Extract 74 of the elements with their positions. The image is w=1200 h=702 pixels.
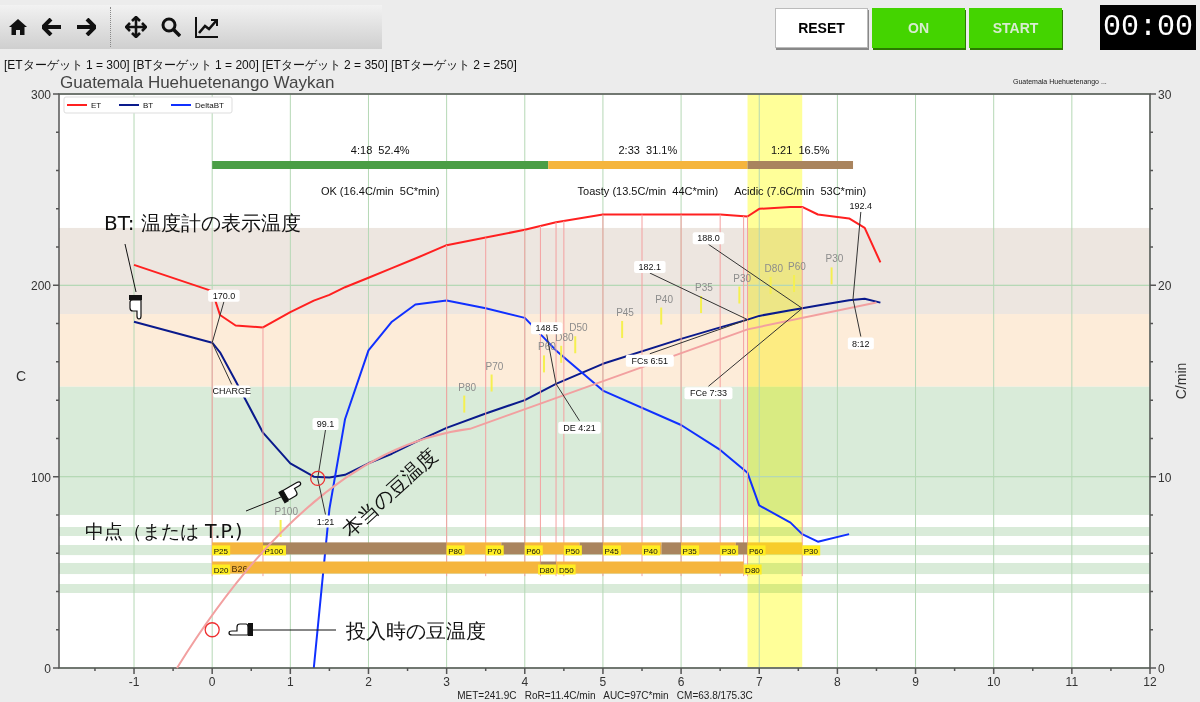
y-tick-label: 0 xyxy=(1158,662,1165,676)
timer-display: 00:00 xyxy=(1100,5,1196,50)
legend-label: DeltaBT xyxy=(195,101,224,110)
event-label: P25 xyxy=(212,545,231,556)
status-readout: MET=241.9C RoR=11.4C/min AUC=97C*min CM=63.8/175.3C xyxy=(457,690,753,701)
y-tick-label: 20 xyxy=(1158,279,1172,294)
y-tick-label: 10 xyxy=(1158,470,1172,485)
reset-button[interactable]: RESET xyxy=(775,8,868,48)
y-tick-label: 30 xyxy=(1158,88,1172,102)
x-tick-label: -1 xyxy=(128,675,140,689)
x-tick-label: 5 xyxy=(599,675,607,689)
phase-duration: 1:21 16.5% xyxy=(770,144,830,156)
event-label: D20 xyxy=(212,564,231,575)
event-label: P60 xyxy=(747,545,766,556)
event-label: D80 xyxy=(764,262,783,274)
event-label: P70 xyxy=(485,545,504,556)
event-label: D50 xyxy=(569,322,588,334)
event-label: P70 xyxy=(485,360,504,372)
event-label: P60 xyxy=(524,545,543,556)
x-tick-label: 8 xyxy=(834,675,841,689)
event-label: D80 xyxy=(743,564,762,575)
x-tick-label: 0 xyxy=(208,675,216,689)
annotation-text: 中点（または T.P.) xyxy=(85,520,243,542)
x-tick-label: 11 xyxy=(1065,675,1079,689)
event-label: P40 xyxy=(642,545,660,556)
control-button[interactable]: START xyxy=(969,8,1062,48)
x-tick-label: 9 xyxy=(912,675,919,689)
legend-label: ET xyxy=(91,101,102,110)
legend-label: BT xyxy=(143,101,154,110)
event-label: P40 xyxy=(655,293,673,305)
event-label: D80 xyxy=(538,564,557,575)
annotation-text: BT: 温度計の表示温度 xyxy=(104,211,301,235)
event-label: P45 xyxy=(616,306,634,318)
phase-label: Acidic (7.6C/min 53C*min) xyxy=(734,185,867,197)
x-tick-label: 7 xyxy=(755,675,763,689)
event-label: P30 xyxy=(720,545,739,556)
y-tick-label: 100 xyxy=(30,470,51,485)
point-label: 182.1 xyxy=(634,261,666,274)
event-label: P80 xyxy=(458,381,477,393)
phase-label: Toasty (13.5C/min 44C*min) xyxy=(577,185,719,197)
phase-duration: 2:33 31.1% xyxy=(618,144,678,156)
point-label: FCe 7:33 xyxy=(684,387,733,400)
targets-text: [ETターゲット 1 = 300] [BTターゲット 1 = 200] [ETターゲット 2 = 350] [BTターゲット 2 = 250] xyxy=(4,58,517,72)
point-label: 148.5 xyxy=(530,322,563,335)
y-tick-label: 0 xyxy=(44,662,51,676)
point-label: CHARGE xyxy=(212,385,251,398)
control-button[interactable]: ON xyxy=(872,8,965,48)
y-tick-label: 200 xyxy=(30,279,51,294)
phase-label: OK (16.4C/min 5C*min) xyxy=(320,185,440,197)
event-label: P35 xyxy=(681,545,700,556)
x-tick-label: 2 xyxy=(365,675,372,689)
event-label: P30 xyxy=(802,545,821,556)
x-tick-label: 1 xyxy=(287,675,294,689)
x-tick-label: 4 xyxy=(521,675,529,689)
x-tick-label: 12 xyxy=(1143,675,1157,689)
annotation-text: 投入時の豆温度 xyxy=(346,619,486,643)
event-label: P100 xyxy=(274,505,298,517)
chart-title: Guatemala Huehuetenango Waykan xyxy=(60,73,335,92)
annotation-text: 本当の豆温度 xyxy=(337,443,443,542)
x-tick-label: 3 xyxy=(443,675,450,689)
event-label: D50 xyxy=(557,564,576,575)
event-label: P35 xyxy=(695,282,713,294)
event-label: P100 xyxy=(263,545,286,556)
point-label: 188.0 xyxy=(692,232,725,245)
x-tick-label: 6 xyxy=(677,675,685,689)
axis-label: C/min xyxy=(1173,362,1189,400)
phase-duration: 4:18 52.4% xyxy=(350,144,410,156)
x-tick-label: 10 xyxy=(987,675,1001,689)
event-label: P80 xyxy=(446,545,465,556)
event-label: P45 xyxy=(602,545,621,556)
event-label: P30 xyxy=(825,253,844,265)
event-label: P50 xyxy=(563,545,582,556)
y-tick-label: 300 xyxy=(30,88,51,102)
axis-label: C xyxy=(15,368,27,384)
